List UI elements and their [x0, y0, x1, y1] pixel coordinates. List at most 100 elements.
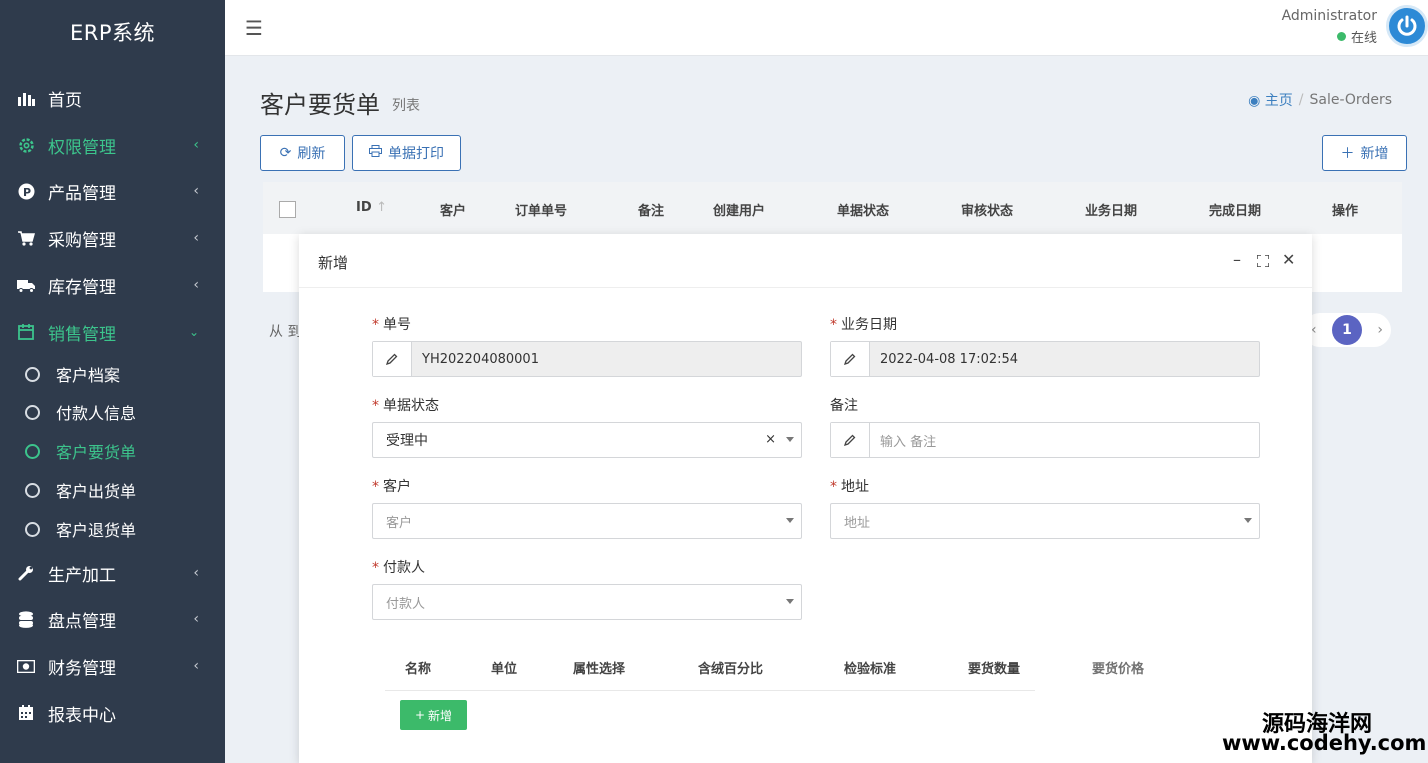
maximize-icon[interactable]: [1256, 252, 1270, 271]
sidebar-item-label: 库存管理: [48, 277, 116, 298]
close-icon[interactable]: ✕: [1282, 250, 1295, 269]
sidebar-item-label: 财务管理: [48, 658, 116, 679]
dropdown-caret-icon: [786, 518, 794, 523]
sidebar-subitem-customer-orders[interactable]: 客户要货单: [0, 433, 225, 469]
sidebar-subitem-label: 付款人信息: [56, 404, 137, 423]
sidebar: ERP系统 首页 权限管理 ‹ P 产品管理 ‹ 采购管理 ‹ 库存管理 ‹ 销…: [0, 0, 225, 763]
sidebar-subitem-customer-returns[interactable]: 客户退货单: [0, 511, 225, 547]
biz-date-field[interactable]: 2022-04-08 17:02:54: [830, 341, 1260, 377]
payer-placeholder: 付款人: [386, 596, 426, 612]
plus-icon: +: [414, 708, 426, 722]
add-order-dialog: 新增 – ✕ * 单号 YH202204080001 * 业务日期 2022-04-…: [299, 234, 1312, 763]
column-header[interactable]: 审核状态: [961, 200, 1013, 219]
column-header: 操作: [1332, 204, 1359, 219]
top-header: ☰ Administrator 在线: [225, 0, 1428, 56]
dropdown-caret-icon: [786, 599, 794, 604]
select-all-checkbox[interactable]: [279, 201, 296, 218]
column-header[interactable]: 创建用户: [713, 200, 765, 219]
status-select[interactable]: 受理中 ×: [372, 422, 802, 458]
remark-label: 备注: [830, 398, 858, 414]
column-header[interactable]: 单据状态: [837, 200, 889, 219]
print-button[interactable]: 单据打印: [352, 135, 461, 171]
payer-select[interactable]: 付款人: [372, 584, 802, 620]
breadcrumb-current: Sale-Orders: [1309, 92, 1393, 108]
dialog-title: 新增: [318, 254, 349, 272]
chevron-down-icon: ⌄: [188, 325, 199, 339]
page-number-current[interactable]: 1: [1332, 315, 1362, 345]
sidebar-item-label: 报表中心: [48, 705, 116, 726]
page-subtitle: 列表: [392, 98, 420, 114]
breadcrumb-separator: /: [1298, 92, 1304, 108]
sidebar-item-finance[interactable]: 财务管理 ‹: [0, 646, 225, 686]
biz-date-label: * 业务日期: [830, 317, 897, 333]
sidebar-subitem-customer-shipments[interactable]: 客户出货单: [0, 472, 225, 508]
circle-icon: [25, 482, 40, 498]
user-status-text: 在线: [1350, 31, 1377, 46]
sidebar-subitem-label: 客户要货单: [56, 443, 137, 462]
sidebar-item-purchase[interactable]: 采购管理 ‹: [0, 218, 225, 258]
sidebar-item-permissions[interactable]: 权限管理 ‹: [0, 125, 225, 165]
circle-icon: [25, 521, 40, 537]
status-select-value: 受理中: [386, 433, 428, 449]
column-header: 单位: [491, 662, 518, 677]
avatar[interactable]: [1386, 5, 1428, 47]
dashboard-icon: ◉: [1248, 93, 1261, 109]
add-button-label: 新增: [1360, 146, 1389, 162]
column-header: 要货价格: [1092, 662, 1145, 677]
sidebar-item-label: 产品管理: [48, 183, 116, 204]
calendar-grid-icon: [16, 705, 36, 721]
pagination: ‹ 1 ›: [1303, 313, 1391, 347]
sidebar-item-home[interactable]: 首页: [0, 78, 225, 118]
sidebar-item-label: 首页: [48, 90, 82, 111]
add-detail-row-button[interactable]: + 新增: [400, 700, 467, 730]
add-button[interactable]: ＋ 新增: [1322, 135, 1407, 171]
sidebar-subitem-payer-info[interactable]: 付款人信息: [0, 394, 225, 430]
refresh-button[interactable]: ⟳ 刷新: [260, 135, 345, 171]
column-header[interactable]: ID ↑: [356, 200, 387, 215]
hamburger-menu-icon[interactable]: ☰: [245, 16, 263, 40]
sidebar-subitem-label: 客户退货单: [56, 521, 137, 540]
power-icon: [1397, 15, 1417, 36]
clear-icon[interactable]: ×: [765, 432, 776, 447]
column-header[interactable]: 完成日期: [1209, 200, 1261, 219]
pencil-icon: [831, 423, 870, 457]
remark-field[interactable]: 输入 备注: [830, 422, 1260, 458]
online-dot-icon: [1336, 32, 1346, 41]
status-label: * 单据状态: [372, 398, 439, 414]
brand-title: ERP系统: [69, 21, 156, 45]
sidebar-item-label: 权限管理: [48, 137, 116, 158]
next-page-icon[interactable]: ›: [1377, 322, 1383, 338]
sort-arrow-icon: ↑: [376, 200, 388, 215]
sidebar-item-reports[interactable]: 报表中心: [0, 693, 225, 733]
payer-label: * 付款人: [372, 560, 425, 576]
column-header[interactable]: 客户: [440, 200, 466, 219]
cart-icon: [16, 230, 36, 246]
customer-select[interactable]: 客户: [372, 503, 802, 539]
column-header: 含绒百分比: [698, 662, 764, 677]
circle-icon: [25, 443, 40, 459]
column-header: 名称: [405, 662, 432, 677]
minimize-icon[interactable]: –: [1233, 250, 1241, 269]
breadcrumb-home[interactable]: ◉ 主页: [1248, 90, 1293, 110]
user-name[interactable]: Administrator: [1282, 8, 1377, 24]
sidebar-item-sales[interactable]: 销售管理 ⌄: [0, 312, 225, 352]
add-detail-row-label: 新增: [428, 708, 453, 723]
column-header: 检验标准: [844, 662, 897, 677]
sidebar-item-products[interactable]: P 产品管理 ‹: [0, 171, 225, 211]
address-select[interactable]: 地址: [830, 503, 1260, 539]
sidebar-item-stocktaking[interactable]: 盘点管理 ‹: [0, 599, 225, 639]
chevron-left-icon: ‹: [193, 565, 199, 581]
chevron-left-icon: ‹: [193, 137, 199, 153]
remark-placeholder: 输入 备注: [880, 434, 937, 450]
column-header[interactable]: 业务日期: [1085, 200, 1137, 219]
pencil-icon: [831, 342, 870, 376]
printer-icon: [369, 145, 382, 161]
order-no-field[interactable]: YH202204080001: [372, 341, 802, 377]
column-header[interactable]: 备注: [638, 200, 664, 219]
column-header[interactable]: 订单单号: [515, 200, 567, 219]
sidebar-item-inventory[interactable]: 库存管理 ‹: [0, 265, 225, 305]
sidebar-item-production[interactable]: 生产加工 ‹: [0, 553, 225, 593]
sidebar-subitem-customer-profile[interactable]: 客户档案: [0, 356, 225, 392]
refresh-button-label: 刷新: [297, 146, 326, 162]
svg-text:P: P: [23, 186, 31, 199]
